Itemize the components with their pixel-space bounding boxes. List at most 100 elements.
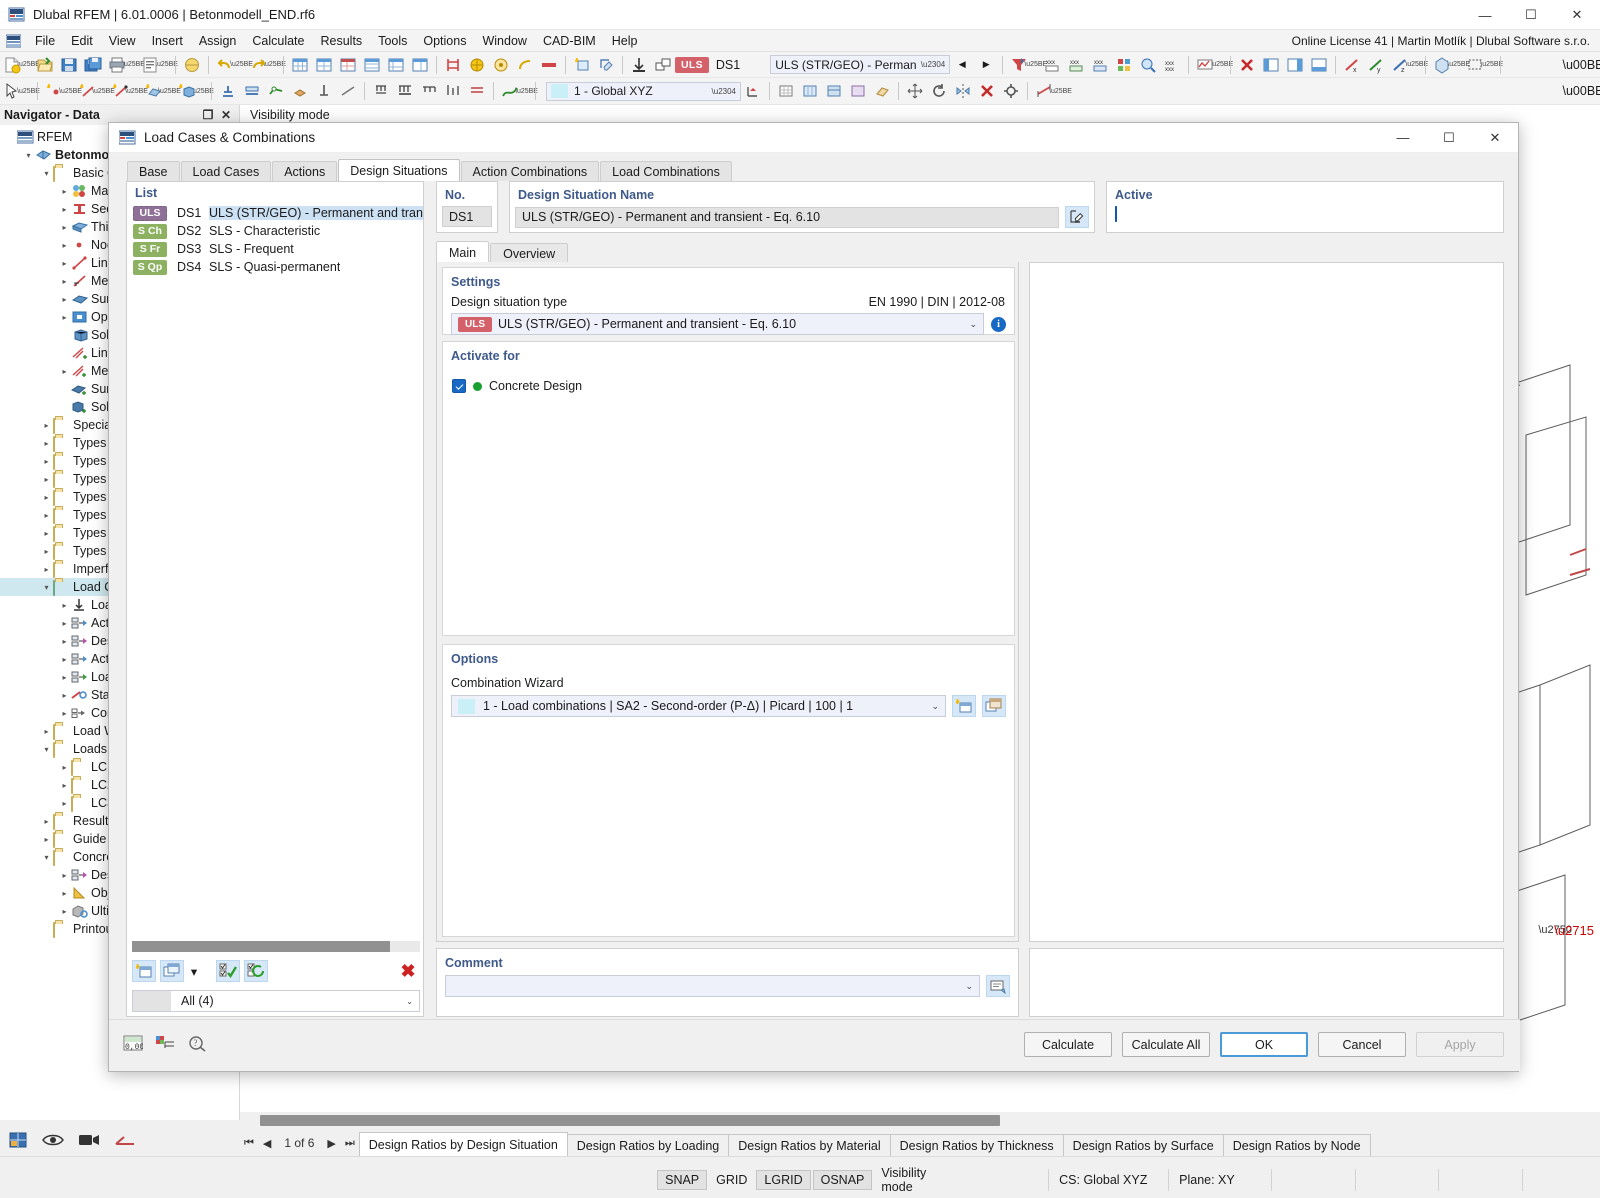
close-results-icon[interactable] (1236, 54, 1258, 76)
edit-load-case-icon[interactable] (595, 54, 617, 76)
member-eccentricity-icon[interactable] (337, 80, 359, 102)
grid-icon[interactable] (466, 54, 488, 76)
mirror-icon[interactable] (952, 80, 974, 102)
menu-item-file[interactable]: File (27, 32, 63, 50)
support-nodal-icon[interactable] (217, 80, 239, 102)
result-tab-design-ratios-by-design-situation[interactable]: Design Ratios by Design Situation (358, 1132, 568, 1156)
chevron-closed-icon[interactable] (58, 781, 71, 790)
chevron-closed-icon[interactable] (58, 187, 71, 196)
status-visibility-mode[interactable]: Visibility mode (874, 1164, 954, 1196)
rigid-link-icon[interactable] (313, 80, 335, 102)
new-design-situation-icon[interactable] (132, 960, 156, 982)
dialog-tab-action-combinations[interactable]: Action Combinations (460, 161, 600, 181)
redo-icon[interactable] (247, 54, 269, 76)
help-icon[interactable]: ? (187, 1034, 207, 1055)
chevron-closed-icon[interactable] (58, 691, 71, 700)
subtab-overview[interactable]: Overview (490, 243, 569, 263)
result-tab-design-ratios-by-loading[interactable]: Design Ratios by Loading (566, 1134, 730, 1156)
chevron-closed-icon[interactable] (58, 277, 71, 286)
new-node-dropdown-icon[interactable]: \u25BE (59, 80, 82, 102)
new-wizard-icon[interactable] (952, 695, 976, 717)
printout-report-icon[interactable] (139, 54, 161, 76)
menu-item-window[interactable]: Window (474, 32, 534, 50)
result-tab-design-ratios-by-thickness[interactable]: Design Ratios by Thickness (889, 1134, 1064, 1156)
status-grid-toggle[interactable]: GRID (709, 1171, 754, 1189)
open-file-icon[interactable] (34, 54, 56, 76)
snap-icon[interactable] (442, 54, 464, 76)
chevron-open-icon[interactable] (40, 745, 53, 754)
subtab-main[interactable]: Main (436, 241, 490, 263)
menu-item-help[interactable]: Help (604, 32, 646, 50)
osnap-icon[interactable] (490, 54, 512, 76)
edit-name-icon[interactable] (1065, 206, 1089, 228)
measure-dropdown-icon[interactable]: \u25BE (1049, 80, 1072, 102)
comment-combo[interactable]: ⌄ (445, 975, 980, 997)
units-icon[interactable]: 0,00 (123, 1034, 144, 1055)
activate-for-row[interactable]: Concrete Design (452, 377, 1014, 395)
result-table-1-icon[interactable]: xxx (1041, 54, 1063, 76)
model-settings-icon[interactable] (1000, 80, 1022, 102)
hinge-icon[interactable] (265, 80, 287, 102)
view-angle-icon[interactable] (114, 1132, 136, 1151)
design-situation-row[interactable]: ULS DS1 ULS (STR/GEO) - Permanent and tran… (127, 204, 423, 222)
load-free-icon[interactable] (442, 80, 464, 102)
chevron-closed-icon[interactable] (58, 259, 71, 268)
measure-icon[interactable] (1033, 80, 1055, 102)
render-icon[interactable] (181, 54, 203, 76)
chevron-closed-icon[interactable] (58, 367, 71, 376)
new-file-dropdown-icon[interactable]: \u25BE (17, 54, 40, 76)
activate-for-checkbox[interactable] (452, 379, 466, 393)
save-file-icon[interactable] (58, 54, 80, 76)
chevron-closed-icon[interactable] (58, 871, 71, 880)
results-panel-1-icon[interactable] (1260, 54, 1282, 76)
list-horizontal-scrollbar[interactable] (132, 941, 420, 952)
results-panel-2-icon[interactable] (1284, 54, 1306, 76)
comment-picker-icon[interactable] (986, 975, 1010, 997)
navigator-close-icon[interactable]: ✕ (217, 108, 235, 122)
new-surface-dropdown-icon[interactable]: \u25BE (158, 80, 181, 102)
select-objects-icon[interactable] (1, 80, 23, 102)
cancel-button[interactable]: Cancel (1318, 1032, 1406, 1057)
result-colors-icon[interactable] (1113, 54, 1135, 76)
chevron-open-icon[interactable] (40, 583, 53, 592)
more-toolbar-icon[interactable]: \u00BB (1563, 54, 1600, 76)
design-situation-name-field[interactable]: ULS (STR/GEO) - Permanent and transient … (515, 206, 1059, 228)
new-load-case-icon[interactable] (571, 54, 593, 76)
new-member-dropdown-icon[interactable]: \u25BE (125, 80, 148, 102)
prev-page-button[interactable]: ◀ (263, 1137, 271, 1150)
menu-item-results[interactable]: Results (313, 32, 371, 50)
chevron-open-icon[interactable] (40, 169, 53, 178)
table-view-6-icon[interactable] (409, 54, 431, 76)
chevron-closed-icon[interactable] (58, 763, 71, 772)
printout-dropdown-icon[interactable]: \u25BE (155, 54, 178, 76)
combination-wizard-combo[interactable]: 1 - Load combinations | SA2 - Second-ord… (451, 695, 946, 717)
edit-wizard-icon[interactable] (982, 695, 1006, 717)
render-mode-icon[interactable] (8, 1130, 28, 1153)
menu-item-edit[interactable]: Edit (63, 32, 101, 50)
chevron-closed-icon[interactable] (40, 511, 53, 520)
load-case-list-icon[interactable] (628, 54, 650, 76)
load-case-prev-button[interactable]: ◀ (951, 54, 973, 76)
view-iso-icon[interactable] (1431, 54, 1453, 76)
dialog-maximize-button[interactable]: ☐ (1426, 123, 1472, 153)
active-load-case-combo[interactable]: ULS (STR/GEO) - Permanent an... \u2304 (770, 55, 951, 74)
design-situation-row[interactable]: S Qp DS4 SLS - Quasi-permanent (127, 258, 423, 276)
support-line-icon[interactable] (241, 80, 263, 102)
menu-item-tools[interactable]: Tools (370, 32, 415, 50)
delete-design-situation-icon[interactable]: ✖ (396, 960, 420, 982)
filter-dropdown-icon[interactable]: \u25BE (1024, 54, 1047, 76)
chevron-closed-icon[interactable] (58, 601, 71, 610)
chevron-closed-icon[interactable] (58, 205, 71, 214)
grid-display-icon[interactable] (775, 80, 797, 102)
filter-results-icon[interactable] (1008, 54, 1030, 76)
axis-x-icon[interactable]: x (1341, 54, 1363, 76)
new-surface-icon[interactable] (142, 80, 164, 102)
menu-item-cad-bim[interactable]: CAD-BIM (535, 32, 604, 50)
diagram-icon[interactable] (1194, 54, 1216, 76)
chevron-closed-icon[interactable] (58, 637, 71, 646)
new-member-icon[interactable] (109, 80, 131, 102)
maximize-button[interactable]: ☐ (1508, 0, 1554, 30)
settings-icon[interactable] (155, 1034, 175, 1055)
load-line-icon[interactable] (418, 80, 440, 102)
menu-item-options[interactable]: Options (415, 32, 474, 50)
